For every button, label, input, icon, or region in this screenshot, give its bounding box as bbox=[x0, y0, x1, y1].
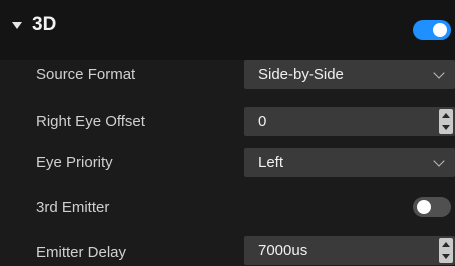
increment-icon[interactable] bbox=[442, 242, 450, 247]
emitter-delay-label: Emitter Delay bbox=[36, 244, 127, 261]
eye-priority-dropdown[interactable]: Left bbox=[244, 148, 455, 177]
emitter-delay-stepper[interactable] bbox=[439, 238, 453, 263]
source-format-label: Source Format bbox=[36, 66, 136, 83]
right-eye-offset-label: Right Eye Offset bbox=[36, 113, 145, 130]
chevron-down-icon bbox=[433, 67, 445, 79]
3rd-emitter-toggle[interactable] bbox=[413, 197, 451, 217]
right-eye-offset-value: 0 bbox=[258, 113, 267, 130]
emitter-delay-input[interactable]: 7000us bbox=[244, 236, 455, 265]
chevron-down-icon bbox=[433, 155, 445, 167]
3d-enable-toggle[interactable] bbox=[413, 20, 451, 40]
caret-down-icon[interactable] bbox=[12, 22, 22, 29]
right-eye-offset-input[interactable]: 0 bbox=[244, 107, 455, 136]
increment-icon[interactable] bbox=[442, 113, 450, 118]
eye-priority-value: Left bbox=[258, 154, 284, 171]
right-eye-offset-stepper[interactable] bbox=[439, 109, 453, 134]
toggle-knob bbox=[433, 23, 447, 37]
3rd-emitter-label: 3rd Emitter bbox=[36, 199, 110, 216]
source-format-dropdown[interactable]: Side-by-Side bbox=[244, 60, 455, 89]
eye-priority-label: Eye Priority bbox=[36, 154, 113, 171]
decrement-icon[interactable] bbox=[442, 125, 450, 130]
section-title: 3D bbox=[32, 14, 57, 35]
section-header-3d[interactable]: 3D bbox=[0, 0, 455, 60]
source-format-value: Side-by-Side bbox=[258, 66, 344, 83]
decrement-icon[interactable] bbox=[442, 254, 450, 259]
toggle-knob bbox=[417, 200, 431, 214]
emitter-delay-value: 7000us bbox=[258, 242, 308, 259]
